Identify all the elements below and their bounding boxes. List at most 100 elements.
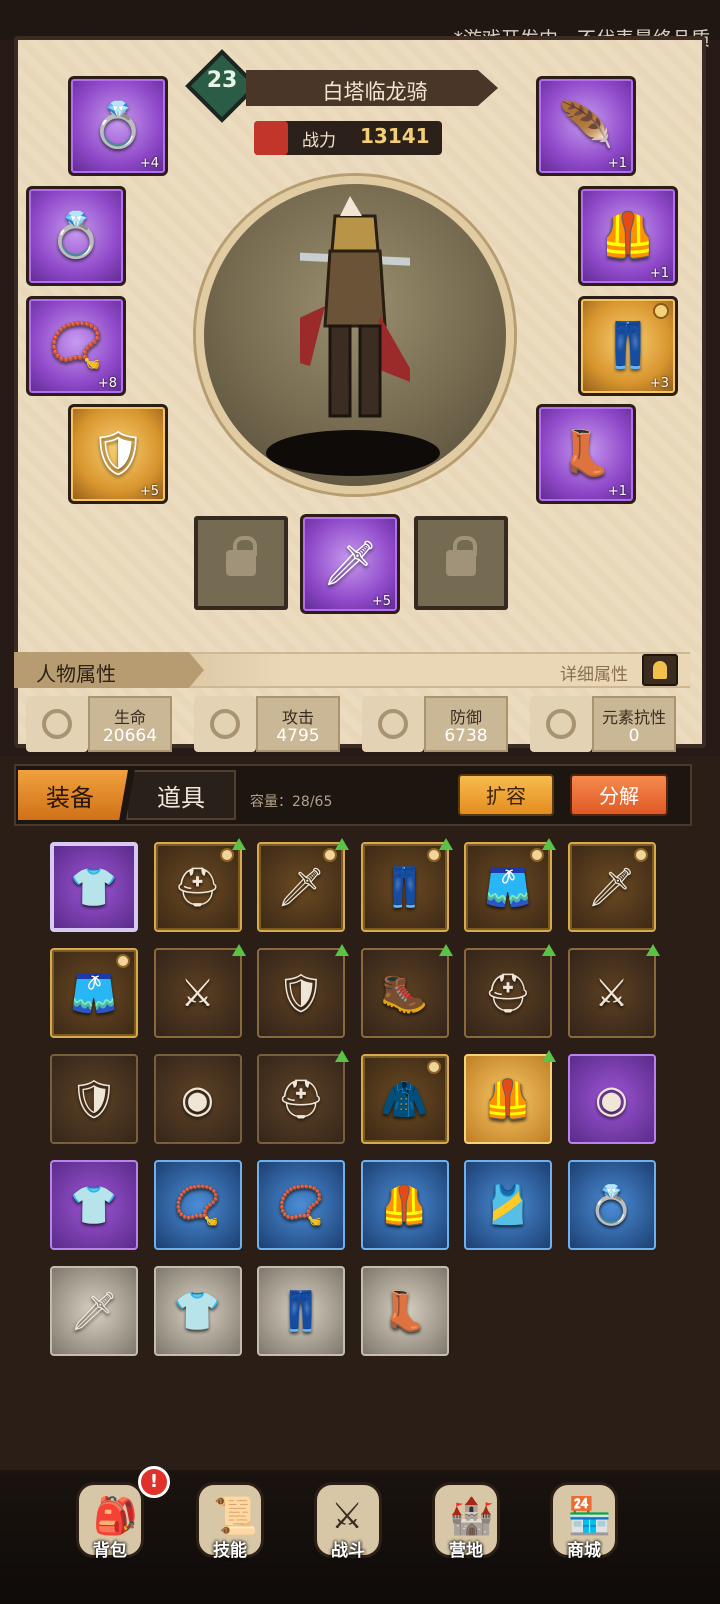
pants-icon: 👖 — [380, 865, 429, 909]
boots-icon: 👢 — [558, 428, 614, 479]
power-icon — [254, 121, 288, 155]
nav-camp[interactable]: 🏰 营地 — [418, 1478, 514, 1598]
ring-icon: 💍 — [587, 1183, 636, 1227]
locked-slot-right[interactable] — [414, 516, 508, 610]
kite-shield-icon: 🛡 — [69, 1077, 119, 1121]
dark-sword-icon: ⚔ — [180, 971, 215, 1015]
inventory-item[interactable]: 🗡 — [50, 1266, 138, 1356]
upgrade-arrow-icon — [231, 944, 246, 956]
inventory-item[interactable]: ◉ — [567, 1054, 656, 1144]
attributes-title: 人物属性 — [36, 662, 116, 686]
tab-equipment-label[interactable]: 装备 — [18, 778, 122, 813]
stat-box: 攻击 4795 — [256, 696, 340, 752]
equip-slot-right-0[interactable]: 🪶 +1 — [536, 76, 636, 176]
lock-icon — [446, 536, 477, 576]
upgrade-arrow-icon — [438, 944, 453, 956]
inventory-item[interactable]: ⚔ — [153, 944, 246, 1038]
inventory-item[interactable]: 📿 — [153, 1160, 242, 1250]
expand-button-label[interactable]: 扩容 — [458, 780, 554, 809]
stat-box: 防御 6738 — [424, 696, 508, 752]
inventory-item[interactable]: 👖 — [257, 1266, 345, 1356]
inventory-item[interactable]: 🦺 — [464, 1050, 556, 1144]
upgrade-arrow-icon — [335, 838, 349, 850]
upgrade-arrow-icon — [335, 1050, 349, 1062]
enhance-level: +4 — [139, 156, 159, 171]
inventory-item[interactable]: 🩳 — [50, 948, 138, 1038]
equip-slot-left-3[interactable]: 🛡 +5 — [68, 404, 168, 504]
inventory-item[interactable]: 👢 — [360, 1266, 449, 1356]
tunic-icon: 👕 — [70, 865, 118, 909]
stat-value: 20664 — [102, 726, 158, 746]
chest-armor-icon: 🦺 — [600, 210, 656, 261]
inventory-item[interactable]: 🩳 — [464, 838, 556, 932]
nav-shop[interactable]: 🏪 商城 — [536, 1478, 632, 1598]
inventory-item[interactable]: 👕 — [50, 1160, 138, 1250]
helmet-icon: ⛑ — [276, 1077, 326, 1121]
inventory-item[interactable]: 🥾 — [360, 944, 453, 1038]
sword-icon: 🗡 — [276, 865, 326, 909]
leg-armor-icon: 🩳 — [484, 865, 532, 909]
inventory-item[interactable]: 🗡 — [257, 838, 349, 932]
equip-slot-right-3[interactable]: 👢 +1 — [536, 404, 636, 504]
inventory-item[interactable]: ⛑ — [257, 1050, 349, 1144]
inventory-item[interactable]: 💍 — [567, 1160, 656, 1250]
equip-slot-left-1[interactable]: 💍 — [26, 186, 126, 286]
upgrade-arrow-icon — [231, 838, 246, 850]
stat-0: 生命 20664 — [26, 696, 176, 752]
dark-shield-icon: 🛡 — [276, 971, 326, 1015]
inventory-item[interactable]: 🛡 — [257, 944, 349, 1038]
stat-value: 4795 — [276, 726, 320, 746]
camp-icon: 🏰 — [449, 1496, 494, 1537]
upgrade-arrow-icon — [438, 838, 453, 850]
enhance-level: +8 — [97, 376, 117, 391]
inventory-item[interactable]: 🎽 — [464, 1160, 552, 1250]
backpack-alert-badge: ! — [138, 1466, 170, 1498]
inventory-item[interactable]: 📿 — [257, 1160, 345, 1250]
equip-slot-left-2[interactable]: 📿 +8 — [26, 296, 126, 396]
lock-shield-icon — [633, 848, 648, 862]
power-value: 13141 — [360, 124, 430, 148]
stat-label: 元素抗性 — [601, 708, 666, 727]
inventory-item[interactable]: ◉ — [153, 1054, 242, 1144]
inventory-item[interactable]: 🦺 — [360, 1160, 449, 1250]
sword-icon: 🗡 — [322, 538, 378, 589]
inventory-item[interactable]: 🗡 — [567, 842, 656, 932]
nav-battle[interactable]: ⚔ 战斗 — [300, 1478, 396, 1598]
locked-slot-left[interactable] — [194, 516, 288, 610]
lock-shield-icon — [116, 954, 130, 968]
detail-attributes-button[interactable] — [642, 654, 678, 686]
nav-backpack[interactable]: 🎒 背包 — [62, 1478, 158, 1598]
detail-attributes-label[interactable]: 详细属性 — [560, 660, 628, 685]
inventory-item[interactable]: 👕 — [153, 1266, 242, 1356]
inventory-item[interactable]: ⛑ — [464, 944, 556, 1038]
tunic-icon: 👕 — [173, 1289, 222, 1333]
inventory-item[interactable]: 👕 — [50, 842, 138, 932]
upgrade-arrow-icon — [542, 1050, 556, 1062]
equip-slot-right-1[interactable]: 🦺 +1 — [578, 186, 678, 286]
weapon-slot[interactable]: 🗡 +5 — [300, 514, 400, 614]
tab-items-label[interactable]: 道具 — [128, 778, 234, 813]
nav-label: 商城 — [567, 1541, 601, 1561]
dark-sword-icon: ⚔ — [594, 971, 629, 1015]
hero-name: 白塔临龙骑 — [322, 80, 428, 104]
ring-icon: 💍 — [90, 100, 146, 151]
enhance-level: +1 — [607, 156, 627, 171]
inventory-item[interactable]: ⚔ — [567, 944, 660, 1038]
equip-slot-left-0[interactable]: 💍 +4 — [68, 76, 168, 176]
nav-label: 营地 — [449, 1541, 483, 1561]
inventory-item[interactable]: 👖 — [360, 838, 453, 932]
inventory-item[interactable]: 🛡 — [50, 1054, 138, 1144]
stat-box: 生命 20664 — [88, 696, 172, 752]
amulet-icon: 📿 — [48, 320, 104, 371]
person-icon — [653, 661, 667, 679]
inventory-item[interactable]: ⛑ — [153, 838, 246, 932]
stat-value: 6738 — [444, 726, 488, 746]
ring-icon: 💍 — [48, 210, 104, 261]
nav-label: 背包 — [93, 1541, 127, 1561]
round-shield-icon: ◉ — [594, 1077, 629, 1121]
decompose-button-label[interactable]: 分解 — [570, 780, 668, 809]
equip-slot-right-2[interactable]: 👖 +3 — [578, 296, 678, 396]
nav-skills[interactable]: 📜 技能 — [182, 1478, 278, 1598]
inventory-item[interactable]: 🧥 — [360, 1054, 449, 1144]
enhance-level: +1 — [649, 266, 669, 281]
